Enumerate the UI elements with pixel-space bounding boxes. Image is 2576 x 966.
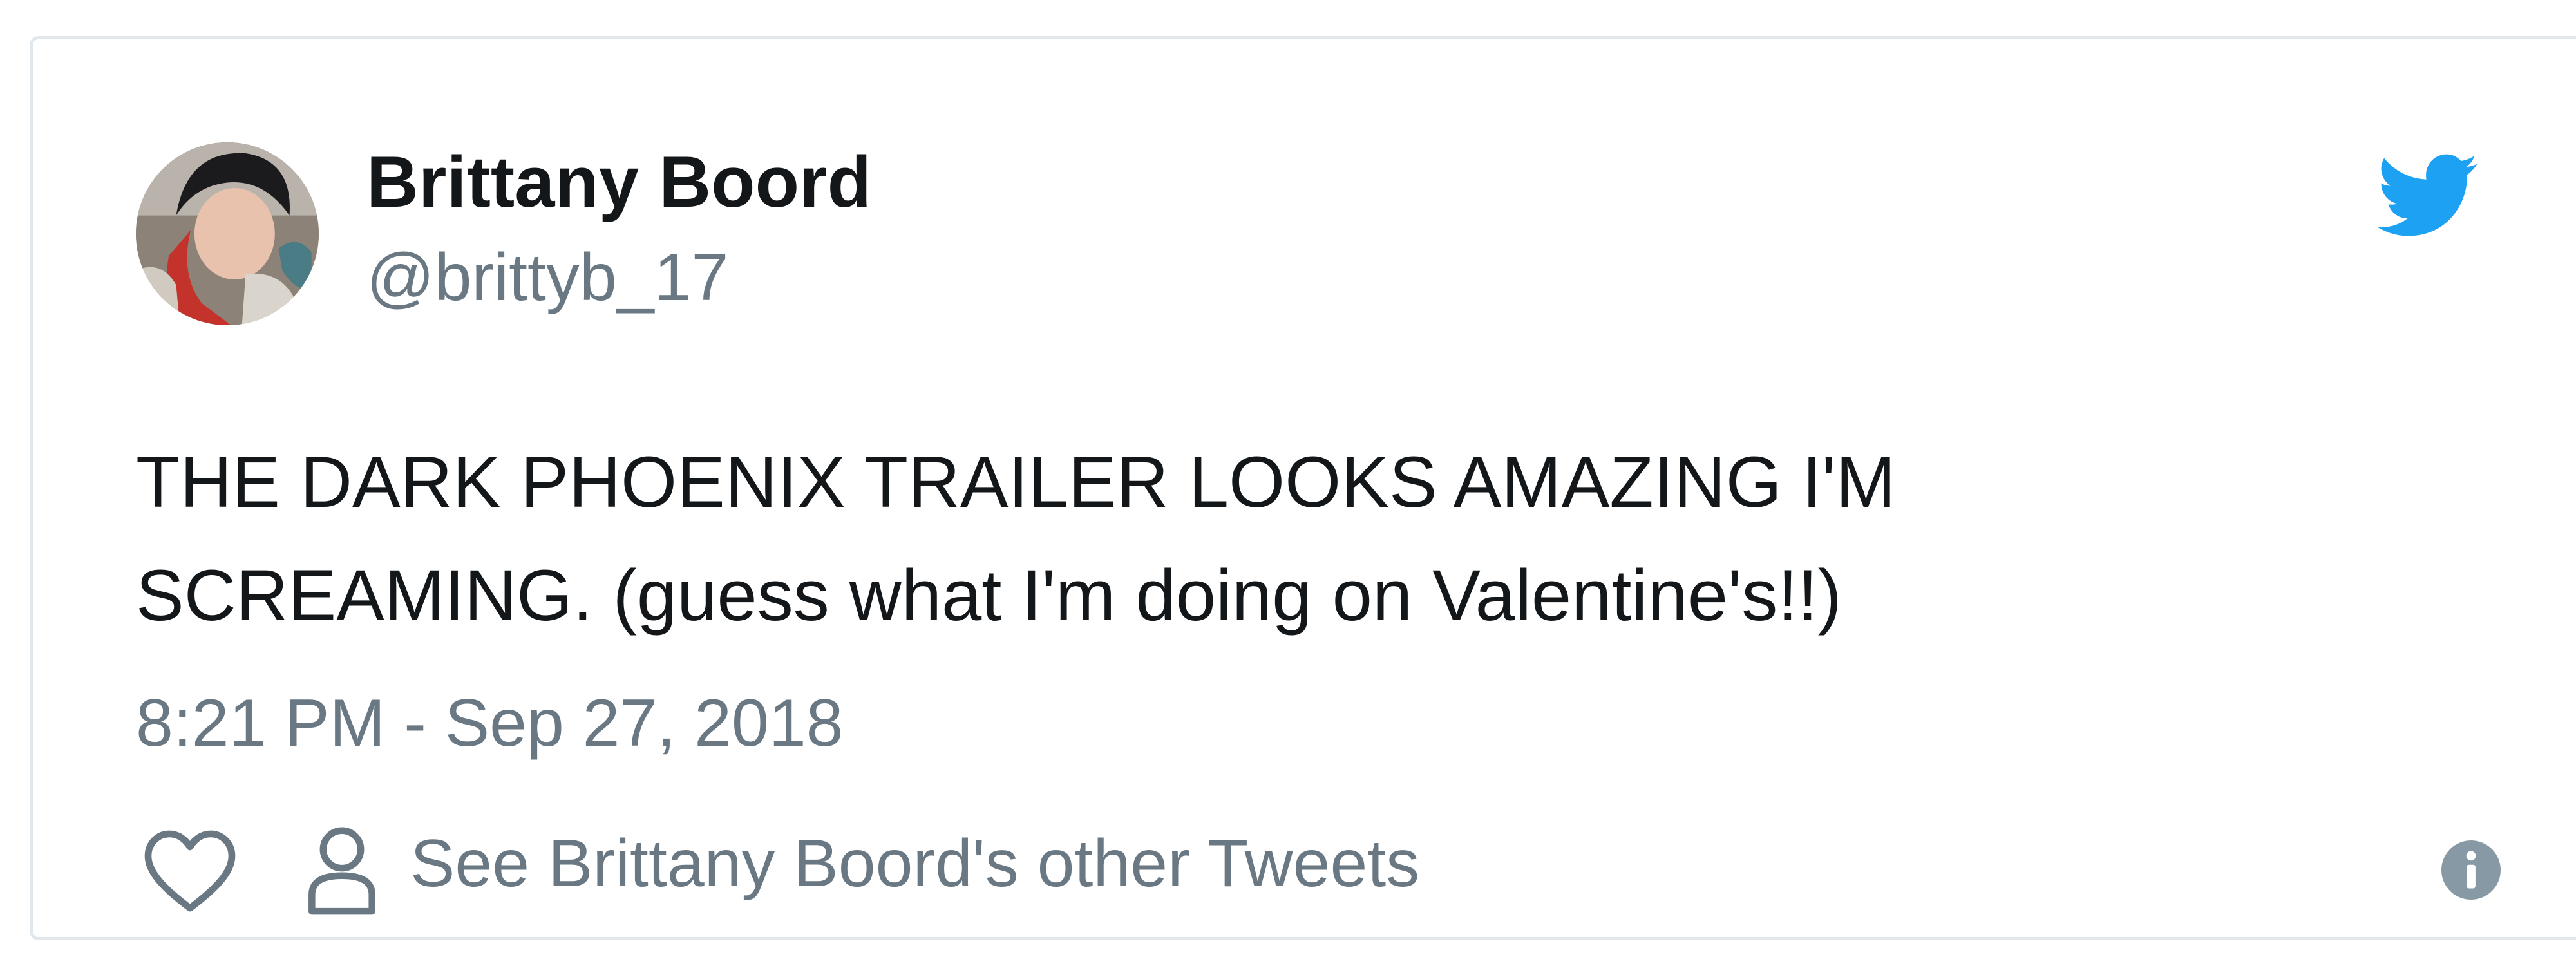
heart-icon[interactable] <box>144 830 236 914</box>
author-screen-name[interactable]: @brittyb_17 <box>366 244 728 311</box>
author-display-name[interactable]: Brittany Boord <box>366 146 871 218</box>
profile-photo <box>136 142 319 325</box>
info-icon[interactable] <box>2441 840 2501 900</box>
tweet-text: THE DARK PHOENIX TRAILER LOOKS AMAZING I… <box>136 442 1896 636</box>
tweet-card: Brittany Boord @brittyb_17 THE DARK PHOE… <box>30 36 2576 940</box>
twitter-bird-icon[interactable] <box>2377 154 2480 238</box>
person-icon[interactable] <box>303 825 381 915</box>
see-other-tweets-link[interactable]: See Brittany Boord's other Tweets <box>410 830 1419 897</box>
tweet-timestamp[interactable]: 8:21 PM - Sep 27, 2018 <box>136 690 844 757</box>
avatar[interactable] <box>136 142 319 325</box>
